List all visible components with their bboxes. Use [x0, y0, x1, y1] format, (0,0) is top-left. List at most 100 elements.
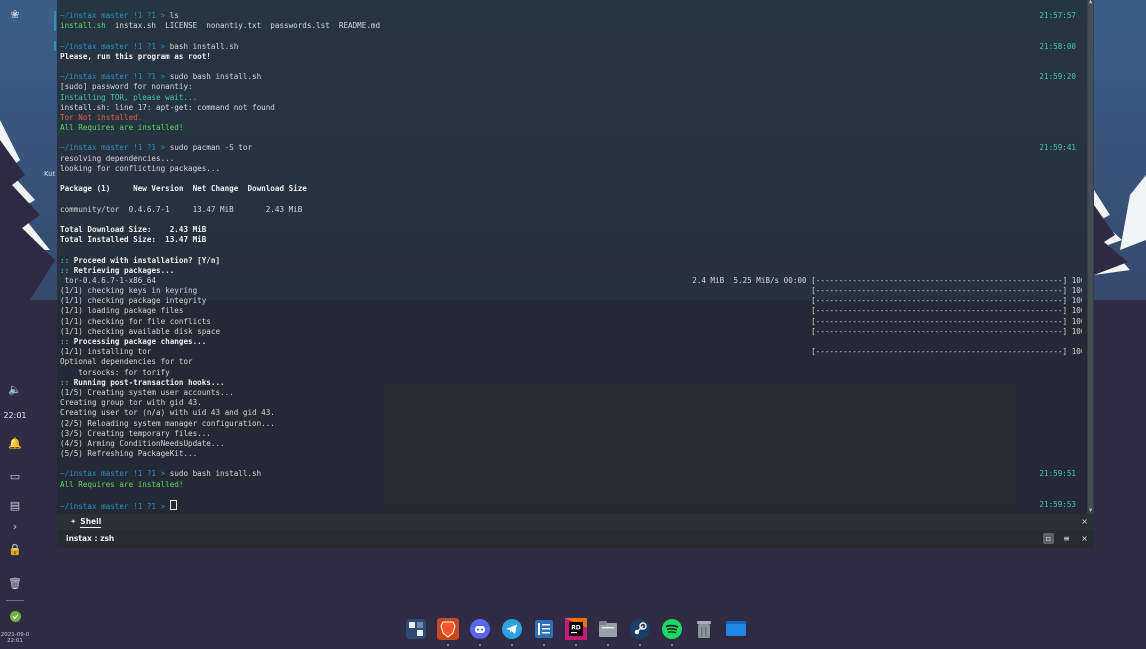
scrollbar-thumb[interactable]	[1088, 0, 1093, 510]
line-text: (4/5) Arming ConditionNeedsUpdate...	[60, 438, 225, 448]
line-text: All Requires are installed!	[60, 479, 184, 489]
lock-icon[interactable]: 🔒	[6, 541, 24, 557]
terminal-line: (2/5) Reloading system manager configura…	[60, 419, 1082, 429]
display-icon[interactable]: ▭	[6, 468, 24, 484]
line-text: Tor Not installed.	[60, 112, 143, 122]
terminal-window[interactable]: ~/instax master !1 ?1 > ls 21:57:57 instal…	[54, 0, 1094, 548]
close-tab-button[interactable]: ×	[1081, 517, 1088, 526]
scroll-up-arrow-icon[interactable]: ▲	[1087, 0, 1094, 5]
spotify-icon[interactable]	[661, 618, 683, 646]
line-text: (2/5) Reloading system manager configura…	[60, 418, 275, 428]
command-timestamp: 21:59:51	[1039, 469, 1076, 479]
expand-arrow-icon[interactable]: ›	[6, 518, 24, 534]
terminal-line: ~/instax master !1 ?1 > ls 21:57:57	[60, 11, 1082, 21]
line-text: community/tor 0.4.6.7-1 13.47 MiB 2.43 M…	[60, 204, 303, 214]
terminal-scrollbar[interactable]: ▲ ▼	[1087, 0, 1094, 514]
terminal-line: install.sh instax.sh LICENSE nonantiy.tx…	[60, 21, 1082, 31]
line-text: (1/1) checking available disk space	[60, 326, 221, 336]
session-bar: instax : zsh ▫ ≡ ×	[57, 530, 1094, 548]
line-text: torsocks: for torify	[60, 367, 170, 377]
session-title: instax : zsh	[66, 534, 115, 543]
terminal-line: (1/1) checking available disk space [----…	[60, 327, 1082, 337]
terminal-line: Please, run this program as root!	[60, 52, 1082, 62]
terminal-line: (1/1) checking package integrity [-------…	[60, 296, 1082, 306]
notifications-icon[interactable]: 🔔	[6, 435, 24, 451]
line-text: (1/1) loading package files	[60, 306, 184, 316]
line-text: (1/1) checking for file conflicts	[60, 316, 211, 326]
rider-ide-icon[interactable]: RD	[565, 618, 587, 646]
desktop-window-icon[interactable]	[725, 618, 747, 640]
line-text: tor-0.4.6.7-1-x86_64	[60, 275, 157, 285]
brave-browser-icon[interactable]	[437, 618, 459, 646]
text-cursor[interactable]	[169, 500, 177, 510]
line-text: Proceed with installation? [Y/n]	[73, 255, 221, 265]
terminal-line: (3/5) Creating temporary files...	[60, 429, 1082, 439]
trash-panel-icon[interactable]: 🗑	[6, 575, 24, 591]
terminal-line: Total Installed Size: 13.47 MiB	[60, 235, 1082, 245]
running-indicator	[479, 644, 481, 646]
discord-icon[interactable]	[469, 618, 491, 646]
terminal-line: (5/5) Refreshing PackageKit...	[60, 449, 1082, 459]
notes-icon[interactable]	[533, 618, 555, 646]
output-marker	[54, 11, 56, 31]
terminal-output[interactable]: ~/instax master !1 ?1 > ls 21:57:57 instal…	[60, 11, 1082, 510]
terminal-line: Creating group tor with gid 43.	[60, 398, 1082, 408]
panel-date[interactable]: 2021-09-0 22:01	[0, 632, 30, 644]
terminal-line: (1/1) checking keys in keyring [---------…	[60, 286, 1082, 296]
terminal-line: Total Download Size: 2.43 MiB	[60, 225, 1082, 235]
file-manager-icon[interactable]	[597, 618, 619, 646]
progress-readout: [---------------------------------------…	[811, 326, 1082, 336]
shell-prompt: ~/instax master !1 ?1 >	[60, 502, 170, 511]
tab-pin-icon: ✦	[70, 517, 77, 526]
svg-text:RD: RD	[571, 625, 581, 632]
truncated-window-label: Kut	[44, 170, 56, 178]
terminal-line: Creating user tor (n/a) with uid 43 and …	[60, 408, 1082, 418]
tab-shell[interactable]: ✦ Shell	[70, 517, 102, 528]
line-text: Creating group tor with gid 43.	[60, 398, 202, 408]
line-text: ::	[60, 255, 74, 265]
terminal-line: ~/instax master !1 ?1 > sudo bash instal…	[60, 72, 1082, 82]
overview-icon[interactable]	[405, 618, 427, 640]
terminal-line: resolving dependencies...	[60, 154, 1082, 164]
line-text: bash install.sh	[169, 41, 239, 51]
volume-icon[interactable]: 🔈	[6, 381, 24, 397]
line-text: Total Download Size: 2.43 MiB	[60, 224, 207, 234]
clipboard-icon[interactable]: ▤	[6, 497, 24, 513]
line-text: Please, run this program as root!	[60, 51, 211, 61]
terminal-line: (4/5) Arming ConditionNeedsUpdate...	[60, 439, 1082, 449]
telegram-icon[interactable]	[501, 618, 523, 646]
terminal-line: Tor Not installed.	[60, 113, 1082, 123]
terminal-line: ~/instax master !1 ?1 > 21:59:53	[60, 500, 1082, 510]
line-text: install.sh: line 17: apt-get: command no…	[60, 102, 275, 112]
line-text: Total Installed Size: 13.47 MiB	[60, 235, 207, 245]
terminal-line: (1/5) Creating system user accounts...	[60, 388, 1082, 398]
split-view-button[interactable]: ▫	[1043, 533, 1054, 544]
progress-readout: [---------------------------------------…	[811, 316, 1082, 326]
left-panel: ❀ 🔈 22:01 🔔 ▭ ▤ › 🔒 🗑 2021-09-0 22:01	[0, 0, 30, 649]
output-marker	[54, 41, 56, 51]
status-ok-icon[interactable]	[6, 608, 24, 624]
app-launcher-icon[interactable]: ❀	[6, 6, 24, 22]
panel-clock[interactable]: 22:01	[0, 411, 30, 420]
line-text: sudo bash install.sh	[169, 469, 262, 479]
progress-readout: [---------------------------------------…	[811, 296, 1082, 306]
terminal-line: install.sh: line 17: apt-get: command no…	[60, 103, 1082, 113]
terminal-line: :: Retrieving packages...	[60, 266, 1082, 276]
steam-icon[interactable]	[629, 618, 651, 646]
close-window-button[interactable]: ×	[1079, 533, 1090, 544]
shell-prompt: ~/instax master !1 ?1 >	[60, 469, 170, 479]
line-text: install.sh	[60, 21, 106, 31]
line-text: (1/1) checking keys in keyring	[60, 286, 198, 296]
line-text: All Requires are installed!	[60, 123, 184, 133]
line-text: looking for conflicting packages...	[60, 163, 221, 173]
command-timestamp: 21:59:53	[1039, 500, 1076, 509]
trash-icon[interactable]	[693, 618, 715, 640]
command-timestamp: 21:59:41	[1039, 143, 1076, 153]
terminal-line: [sudo] password for nonantiy:	[60, 82, 1082, 92]
terminal-line: ~/instax master !1 ?1 > sudo bash instal…	[60, 469, 1082, 479]
line-text: (3/5) Creating temporary files...	[60, 428, 211, 438]
menu-button[interactable]: ≡	[1061, 533, 1072, 544]
